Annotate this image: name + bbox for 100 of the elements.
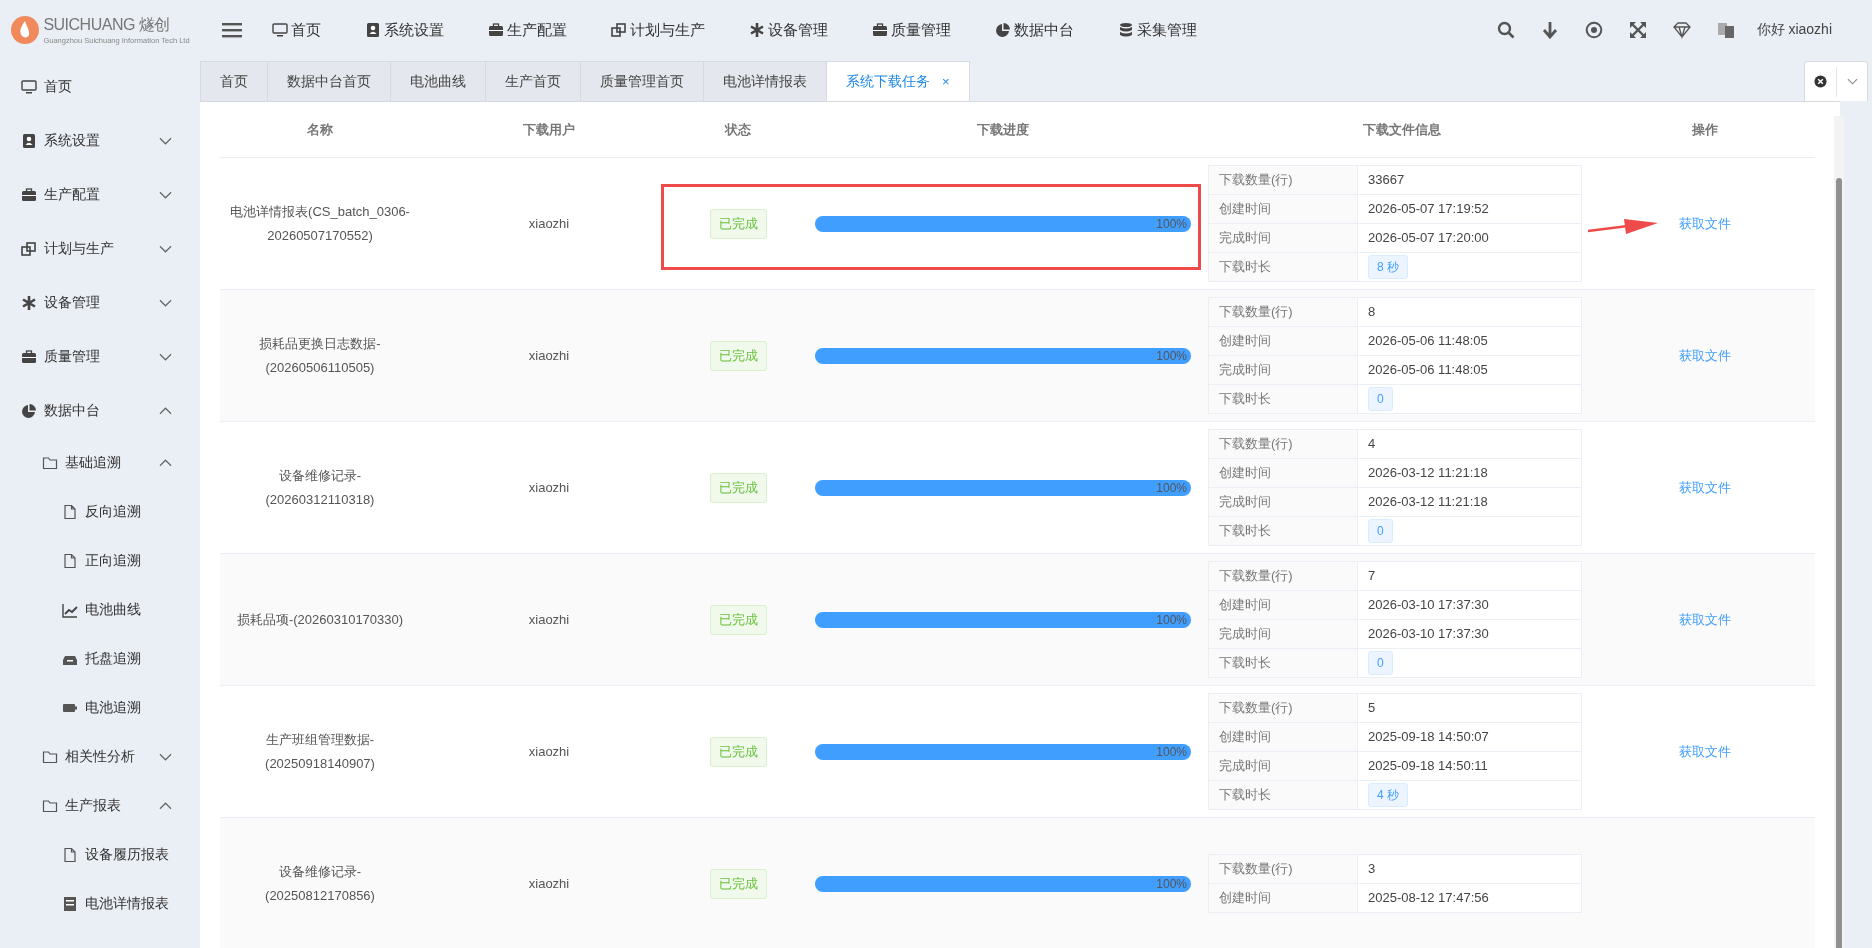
- sidebar-item[interactable]: 质量管理: [0, 330, 200, 384]
- info-label: 下载时长: [1209, 253, 1358, 281]
- info-label: 创建时间: [1209, 723, 1358, 751]
- sidebar-item[interactable]: 电池追溯: [0, 683, 200, 732]
- page-tab[interactable]: 电池详情报表: [703, 61, 827, 101]
- nav-menu-item[interactable]: 采集管理: [1118, 20, 1197, 40]
- chevron-down-icon: [159, 353, 172, 361]
- page-tab[interactable]: 首页: [200, 61, 268, 101]
- duration-tag: 4 秒: [1368, 783, 1408, 807]
- asterisk-icon: [749, 22, 765, 38]
- folder-icon: [42, 748, 58, 765]
- briefcase-icon: [21, 187, 37, 203]
- chevron-down-icon: [159, 752, 172, 761]
- duration-tag: 8 秒: [1368, 255, 1408, 279]
- sidebar-item[interactable]: 首页: [0, 60, 200, 114]
- info-label: 创建时间: [1209, 459, 1358, 487]
- sidebar-item[interactable]: 电池曲线: [0, 585, 200, 634]
- info-label: 下载时长: [1209, 649, 1358, 677]
- status-tag: 已完成: [709, 472, 767, 503]
- info-label: 完成时间: [1209, 488, 1358, 516]
- sidebar-item[interactable]: 相关性分析: [0, 732, 200, 781]
- close-all-icon[interactable]: [1813, 75, 1827, 88]
- info-label: 下载时长: [1209, 385, 1358, 413]
- chevron-up-icon: [159, 801, 172, 810]
- nav-menu-item[interactable]: 质量管理: [872, 20, 951, 40]
- info-label: 下载数量(行): [1209, 855, 1358, 883]
- info-label: 完成时间: [1209, 620, 1358, 648]
- nav-menu-item[interactable]: 计划与生产: [611, 20, 705, 40]
- report-icon: [62, 895, 78, 912]
- sidebar-item[interactable]: 生产配置: [0, 168, 200, 222]
- user-name: xiaozhi: [528, 346, 570, 365]
- nav-menu-item[interactable]: 首页: [272, 20, 321, 40]
- sidebar-item[interactable]: 反向追溯: [0, 487, 200, 536]
- progress-text: 100%: [1156, 611, 1187, 628]
- user-name: xiaozhi: [528, 478, 570, 497]
- duration-tag: 0: [1368, 387, 1393, 411]
- file-icon: [62, 552, 78, 569]
- briefcase-icon: [488, 22, 504, 38]
- menu-icon[interactable]: [222, 22, 242, 38]
- sidebar-item[interactable]: 电池详情报表: [0, 879, 200, 928]
- sidebar-item[interactable]: 数据中台: [0, 384, 200, 438]
- sidebar-item[interactable]: 设备履历报表: [0, 830, 200, 879]
- info-label: 创建时间: [1209, 195, 1358, 223]
- info-value: 4: [1368, 435, 1376, 453]
- nav-menu-item[interactable]: 数据中台: [995, 20, 1074, 40]
- logo-text: SUICHUANG 燧创: [43, 15, 171, 35]
- page-tab[interactable]: 系统下载任务 ×: [826, 61, 970, 101]
- nav-menu-item[interactable]: 生产配置: [488, 20, 567, 40]
- user-greeting[interactable]: 你好 xiaozhi: [1756, 21, 1832, 39]
- chevron-up-icon: [159, 407, 172, 415]
- info-label: 创建时间: [1209, 327, 1358, 355]
- page-tab[interactable]: 电池曲线: [390, 61, 486, 101]
- column-header: 下载进度: [976, 120, 1030, 139]
- chevron-down-icon: [159, 299, 172, 307]
- info-label: 下载数量(行): [1209, 694, 1358, 722]
- windows-icon: [611, 22, 627, 38]
- briefcase-icon: [21, 349, 37, 365]
- sidebar-item[interactable]: 正向追溯: [0, 536, 200, 585]
- file-icon: [62, 503, 78, 520]
- scrollbar[interactable]: [1834, 116, 1844, 948]
- info-label: 下载数量(行): [1209, 298, 1358, 326]
- info-label: 创建时间: [1209, 591, 1358, 619]
- status-tag: 已完成: [709, 736, 767, 767]
- duration-tag: 0: [1368, 651, 1393, 675]
- sidebar-item[interactable]: 托盘追溯: [0, 634, 200, 683]
- diamond-icon[interactable]: [1672, 21, 1691, 39]
- target-icon[interactable]: [1584, 21, 1603, 39]
- user-card-icon: [365, 22, 381, 38]
- nav-menu-item[interactable]: 设备管理: [749, 20, 828, 40]
- sidebar-item[interactable]: 系统设置: [0, 114, 200, 168]
- sidebar-item[interactable]: 基础追溯: [0, 438, 200, 487]
- database-icon: [1118, 22, 1134, 38]
- sidebar-item[interactable]: 生产报表: [0, 781, 200, 830]
- nav-menu-item[interactable]: 系统设置: [365, 20, 444, 40]
- info-value: 2026-03-10 17:37:30: [1368, 625, 1489, 643]
- page-tab[interactable]: 生产首页: [485, 61, 581, 101]
- progress-text: 100%: [1156, 875, 1187, 892]
- download-arrow-icon[interactable]: [1540, 21, 1559, 39]
- chart-icon: [62, 601, 78, 618]
- chevron-down-icon: [159, 245, 172, 253]
- scrollbar-thumb[interactable]: [1836, 178, 1842, 948]
- chevron-down-icon[interactable]: [1847, 78, 1859, 85]
- sidebar-item[interactable]: 计划与生产: [0, 222, 200, 276]
- page-tab[interactable]: 数据中台首页: [267, 61, 391, 101]
- page-tab[interactable]: 质量管理首页: [580, 61, 704, 101]
- logo-icon: [10, 15, 41, 45]
- status-tag: 已完成: [709, 868, 767, 899]
- info-label: 下载时长: [1209, 517, 1358, 545]
- file-name: 电池详情报表(CS_batch_0306-20260507170552): [229, 202, 411, 245]
- sidebar-item[interactable]: 设备管理: [0, 276, 200, 330]
- folder-icon: [42, 797, 58, 814]
- search-icon[interactable]: [1496, 21, 1515, 39]
- info-value: 2026-05-06 11:48:05: [1368, 332, 1488, 350]
- file-name: 设备维修记录-(20260312110318): [264, 466, 376, 509]
- info-value: 2026-05-07 17:20:00: [1368, 229, 1489, 247]
- annotation-arrow: [1588, 216, 1658, 236]
- tab-close-button[interactable]: ×: [942, 74, 950, 89]
- info-label: 完成时间: [1209, 224, 1358, 252]
- fullscreen-icon[interactable]: [1628, 21, 1647, 39]
- column-header: 操作: [1691, 120, 1719, 139]
